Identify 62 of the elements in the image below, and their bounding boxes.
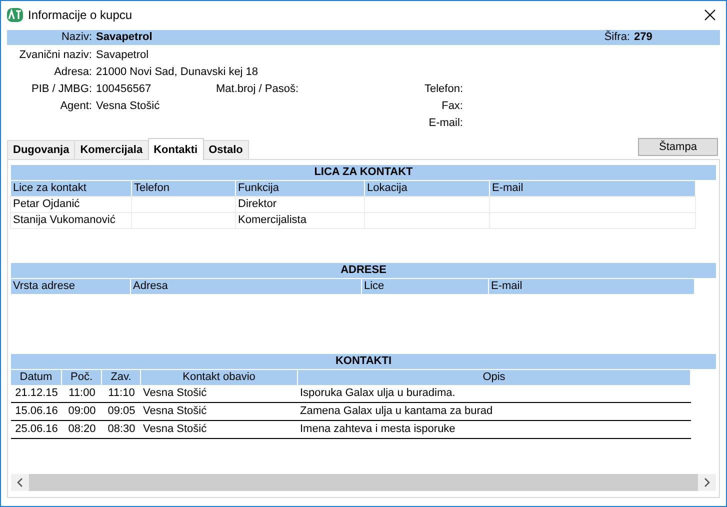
table-cell: 25.06.16 — [11, 421, 62, 439]
field-label: Adresa: — [53, 66, 92, 78]
column-header[interactable]: Poč. — [62, 370, 102, 385]
table-cell: 09:05 — [102, 403, 141, 421]
field-label: Agent: — [59, 100, 92, 112]
column-header[interactable]: E-mail — [489, 279, 694, 294]
name-label: Naziv: — [60, 31, 92, 44]
column-header[interactable]: Funkcija — [236, 181, 364, 196]
customer-code: 279 — [633, 31, 654, 44]
section-title: KONTAKTI — [11, 354, 716, 369]
table-cell: 09:00 — [62, 403, 102, 421]
field-label: Telefon: — [423, 82, 463, 95]
scroll-right-icon[interactable] — [704, 478, 710, 487]
table-cell: Vesna Stošić — [141, 421, 298, 439]
customer-name: Savapetrol — [95, 31, 152, 44]
field-value: 100456567 — [95, 82, 152, 95]
table-cell: 21.12.15 — [11, 385, 62, 403]
tab[interactable]: Kontakti — [148, 138, 204, 160]
table-cell: Stanija Vukomanović — [11, 213, 131, 228]
close-icon[interactable] — [704, 9, 716, 22]
column-header[interactable]: Opis — [298, 370, 691, 385]
table-cell: Vesna Stošić — [141, 385, 298, 403]
field-label: Fax: — [440, 100, 463, 112]
table-cell: 08:20 — [62, 421, 102, 439]
column-header[interactable]: Zav. — [102, 370, 141, 385]
window-title: Informacije o kupcu — [28, 8, 134, 22]
tab[interactable]: Dugovanja — [7, 140, 76, 159]
table-cell: Zamena Galax ulja u kantama za burad — [298, 403, 691, 421]
column-header[interactable]: Vrsta adrese — [11, 279, 130, 294]
tab[interactable]: Komercijala — [74, 140, 149, 159]
table-cell: Petar Ojdanić — [11, 197, 131, 212]
field-value: Savapetrol — [95, 48, 149, 61]
column-header[interactable]: Lice za kontakt — [11, 181, 131, 196]
table-cell: Isporuka Galax ulja u buradima. — [298, 385, 691, 403]
field-label: E-mail: — [428, 116, 463, 129]
column-header[interactable]: Kontakt obavio — [141, 370, 298, 385]
table-cell: 11:10 — [102, 385, 141, 403]
app-icon — [7, 8, 23, 22]
column-header[interactable]: E-mail — [490, 181, 695, 196]
print-button[interactable]: Štampa — [638, 138, 718, 156]
field-label: PIB / JMBG: — [30, 82, 92, 95]
table-cell: 15.06.16 — [11, 403, 62, 421]
table-cell: Imena zahteva i mesta isporuke — [298, 421, 691, 439]
column-header[interactable]: Lokacija — [365, 181, 489, 196]
column-header[interactable]: Lice — [362, 279, 488, 294]
table-cell: Komercijalista — [236, 213, 364, 228]
column-header[interactable]: Adresa — [131, 279, 361, 294]
section-title: LICA ZA KONTAKT — [11, 165, 716, 180]
table-cell: Vesna Stošić — [141, 403, 298, 421]
column-header[interactable]: Telefon — [132, 181, 235, 196]
field-value: Vesna Stošić — [95, 100, 160, 112]
tab[interactable]: Ostalo — [202, 140, 249, 159]
field-value: 21000 Novi Sad, Dunavski kej 18 — [95, 66, 258, 78]
column-header[interactable]: Datum — [11, 370, 62, 385]
section-title: ADRESE — [11, 263, 716, 278]
field-label: Zvanični naziv: — [18, 48, 92, 61]
table-cell: 11:00 — [62, 385, 102, 403]
table-cell: Direktor — [236, 197, 364, 212]
table-cell: 08:30 — [102, 421, 141, 439]
field-label: Mat.broj / Pasoš: — [215, 82, 300, 95]
scroll-left-icon[interactable] — [17, 478, 23, 487]
code-label: Šifra: — [604, 31, 630, 44]
